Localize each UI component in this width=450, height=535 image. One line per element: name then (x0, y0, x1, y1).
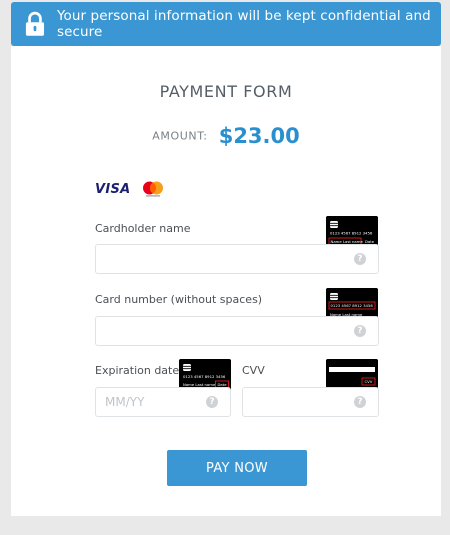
cardholder-label: Cardholder name (95, 222, 191, 235)
cvv-hint-label: CVV (365, 379, 373, 384)
amount-value: $23.00 (218, 124, 300, 148)
pay-now-button[interactable]: PAY NOW (167, 450, 307, 486)
cardholder-field: ? (95, 244, 379, 274)
cvv-help-icon[interactable]: ? (354, 396, 366, 408)
card-number-input[interactable] (96, 317, 378, 345)
visa-logo: VISA (95, 181, 131, 197)
lock-icon (25, 11, 45, 36)
expiration-help-icon[interactable]: ? (206, 396, 218, 408)
payment-form-panel: PAYMENT FORM AMOUNT: $23.00 VISA Cardhol… (11, 46, 441, 516)
mastercard-logo (142, 181, 163, 197)
card-number-hint-number: 0123 4567 8912 3456 (331, 303, 374, 308)
security-banner-text: Your personal information will be kept c… (56, 8, 431, 40)
cardholder-hint-number: 0123 4567 8912 3456 (330, 231, 373, 236)
security-banner: Your personal information will be kept c… (11, 2, 441, 46)
amount-label: AMOUNT: (152, 129, 208, 143)
cvv-label: CVV (242, 364, 265, 377)
cardholder-help-icon[interactable]: ? (354, 253, 366, 265)
amount-row: AMOUNT: $23.00 (11, 124, 441, 148)
card-number-label: Card number (without spaces) (95, 293, 263, 306)
expiration-label: Expiration date (95, 364, 180, 377)
card-number-help-icon[interactable]: ? (354, 325, 366, 337)
payment-page: Your personal information will be kept c… (0, 0, 450, 535)
cardholder-input[interactable] (96, 245, 378, 273)
form-title: PAYMENT FORM (159, 82, 293, 101)
expiration-hint-number: 0123 4567 8912 3456 (183, 374, 226, 379)
expiration-field: ? (95, 387, 231, 417)
card-number-field: ? (95, 316, 379, 346)
card-brands: VISA (95, 180, 164, 198)
cvv-field: ? (242, 387, 379, 417)
